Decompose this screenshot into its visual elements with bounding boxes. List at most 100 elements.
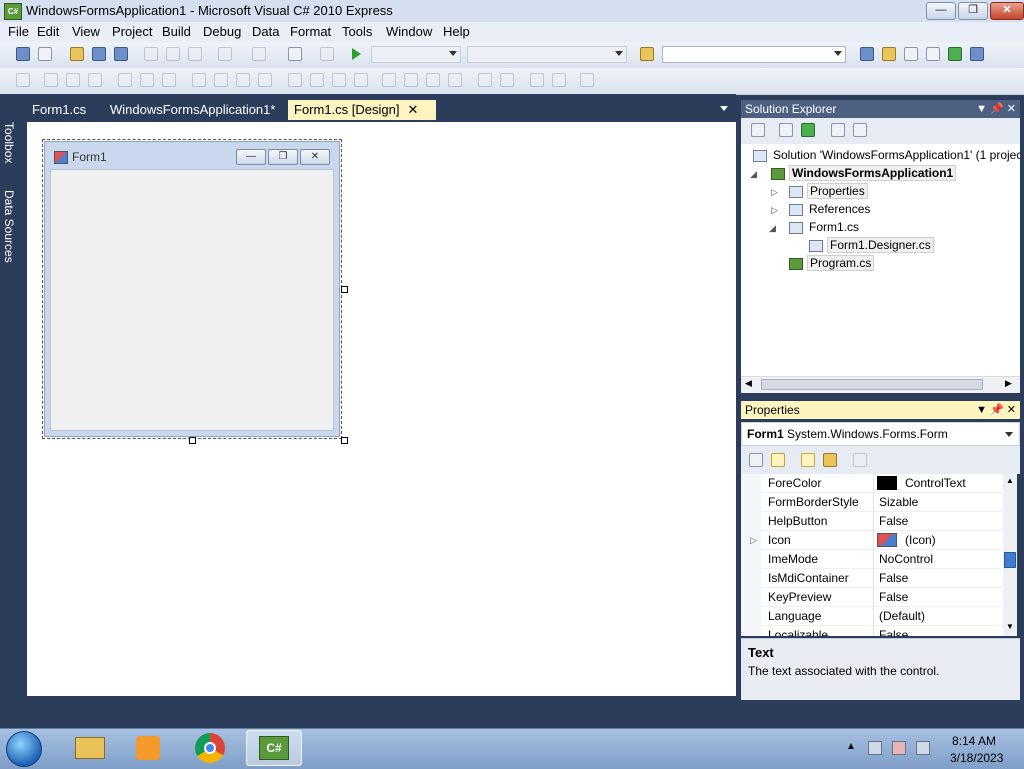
tab-form1-cs[interactable]: Form1.cs (26, 100, 92, 120)
align-rights-icon[interactable] (88, 73, 102, 87)
chevron-down-icon[interactable]: ▼ (976, 404, 987, 416)
property-value[interactable]: False (879, 626, 908, 636)
size-to-grid-icon[interactable] (258, 73, 272, 87)
taskbar-explorer[interactable] (62, 730, 118, 766)
property-value[interactable]: False (879, 588, 908, 607)
show-hidden-icons[interactable]: ▲ (846, 741, 856, 752)
view-code-icon[interactable] (831, 123, 845, 137)
close-icon[interactable]: ✕ (1007, 103, 1016, 115)
property-value[interactable]: (Icon) (905, 531, 936, 550)
chevron-down-icon[interactable]: ▼ (976, 103, 987, 115)
scrollbar-thumb[interactable] (761, 379, 983, 390)
toolbox-tab[interactable]: Toolbox (2, 122, 16, 163)
property-row-forecolor[interactable]: ForeColor ControlText (741, 474, 1003, 493)
property-value[interactable]: (Default) (879, 607, 925, 626)
close-button[interactable]: ✕ (990, 2, 1024, 20)
taskbar-media-player[interactable] (120, 730, 176, 766)
center-horizontally-icon[interactable] (478, 73, 492, 87)
expand-icon[interactable]: ▷ (750, 531, 757, 550)
property-row-helpbutton[interactable]: HelpButton False (741, 512, 1003, 531)
undo-icon[interactable] (218, 47, 232, 61)
close-tab-icon[interactable]: ✕ (407, 102, 418, 117)
tab-form1-design[interactable]: Form1.cs [Design] ✕ (288, 100, 436, 120)
toolbox-icon[interactable] (926, 47, 940, 61)
increase-horizontal-spacing-icon[interactable] (310, 73, 324, 87)
increase-vertical-spacing-icon[interactable] (404, 73, 418, 87)
properties-window-icon[interactable] (882, 47, 896, 61)
maximize-button[interactable]: ❐ (958, 2, 988, 20)
refresh-icon[interactable] (801, 123, 815, 137)
collapse-icon[interactable]: ◢ (750, 169, 757, 180)
menu-tools[interactable]: Tools (342, 24, 372, 39)
taskbar-chrome[interactable] (182, 730, 238, 766)
alphabetical-icon[interactable] (771, 453, 785, 467)
open-folder-icon[interactable] (70, 47, 84, 61)
menu-build[interactable]: Build (162, 24, 191, 39)
make-same-size-icon[interactable] (236, 73, 250, 87)
menu-format[interactable]: Format (290, 24, 331, 39)
menu-project[interactable]: Project (112, 24, 152, 39)
scroll-down-icon[interactable]: ▼ (1006, 622, 1014, 631)
horizontal-scrollbar[interactable]: ◀ ▶ (741, 376, 1020, 393)
object-browser-icon[interactable] (904, 47, 918, 61)
property-value[interactable]: False (879, 569, 908, 588)
properties-view-icon[interactable] (801, 453, 815, 467)
property-pages-icon[interactable] (853, 453, 867, 467)
menu-edit[interactable]: Edit (37, 24, 59, 39)
property-row-icon[interactable]: ▷ Icon (Icon) (741, 531, 1003, 550)
copy-icon[interactable] (166, 47, 180, 61)
send-to-back-icon[interactable] (552, 73, 566, 87)
tree-item-properties[interactable]: Properties (789, 182, 868, 200)
resize-handle-right[interactable] (341, 286, 348, 293)
bring-to-front-icon[interactable] (530, 73, 544, 87)
scroll-right-icon[interactable]: ▶ (1005, 378, 1012, 389)
minimize-button[interactable]: — (926, 2, 956, 20)
pin-icon[interactable]: 📌 (990, 103, 1004, 115)
clock-date[interactable]: 3/18/2023 (950, 751, 1003, 765)
events-lightning-icon[interactable] (823, 453, 837, 467)
property-row-ismdicontainer[interactable]: IsMdiContainer False (741, 569, 1003, 588)
scrollbar-thumb[interactable] (1004, 552, 1016, 568)
tab-project[interactable]: WindowsFormsApplication1* (104, 100, 281, 120)
start-debugging-icon[interactable] (352, 48, 361, 60)
find-in-files-icon[interactable] (640, 47, 654, 61)
property-row-language[interactable]: Language (Default) (741, 607, 1003, 626)
new-project-icon[interactable] (16, 47, 30, 61)
tree-item-solution[interactable]: Solution 'WindowsFormsApplication1' (1 p… (753, 146, 1020, 164)
decrease-vertical-spacing-icon[interactable] (426, 73, 440, 87)
remove-horizontal-spacing-icon[interactable] (354, 73, 368, 87)
chevron-down-icon[interactable] (720, 106, 728, 111)
redo-icon[interactable] (252, 47, 266, 61)
show-all-files-icon[interactable] (779, 123, 793, 137)
scroll-left-icon[interactable]: ◀ (745, 378, 752, 389)
expand-icon[interactable]: ▷ (771, 187, 778, 198)
align-lefts-icon[interactable] (44, 73, 58, 87)
add-item-icon[interactable] (38, 47, 52, 61)
make-same-height-icon[interactable] (214, 73, 228, 87)
center-vertically-icon[interactable] (500, 73, 514, 87)
extension-manager-icon[interactable] (970, 47, 984, 61)
align-tops-icon[interactable] (118, 73, 132, 87)
property-value[interactable]: NoControl (879, 550, 933, 569)
expand-icon[interactable]: ▷ (771, 205, 778, 216)
remove-vertical-spacing-icon[interactable] (448, 73, 462, 87)
navigate-backward-icon[interactable] (288, 47, 302, 61)
tree-item-form1[interactable]: Form1.cs (789, 218, 861, 236)
resize-handle-bottom[interactable] (189, 437, 196, 444)
volume-icon[interactable] (916, 741, 930, 755)
categorized-icon[interactable] (749, 453, 763, 467)
decrease-horizontal-spacing-icon[interactable] (332, 73, 346, 87)
menu-view[interactable]: View (72, 24, 100, 39)
menu-help[interactable]: Help (443, 24, 470, 39)
property-value[interactable]: Sizable (879, 493, 918, 512)
tab-order-icon[interactable] (580, 73, 594, 87)
clock-time[interactable]: 8:14 AM (952, 734, 996, 748)
view-designer-icon[interactable] (853, 123, 867, 137)
save-icon[interactable] (92, 47, 106, 61)
vertical-scrollbar[interactable]: ▲ ▼ (1003, 474, 1017, 636)
taskbar-visual-csharp[interactable]: C# (246, 730, 302, 766)
save-all-icon[interactable] (114, 47, 128, 61)
align-bottoms-icon[interactable] (162, 73, 176, 87)
tree-item-references[interactable]: References (789, 200, 872, 218)
vertical-spacing-icon[interactable] (382, 73, 396, 87)
